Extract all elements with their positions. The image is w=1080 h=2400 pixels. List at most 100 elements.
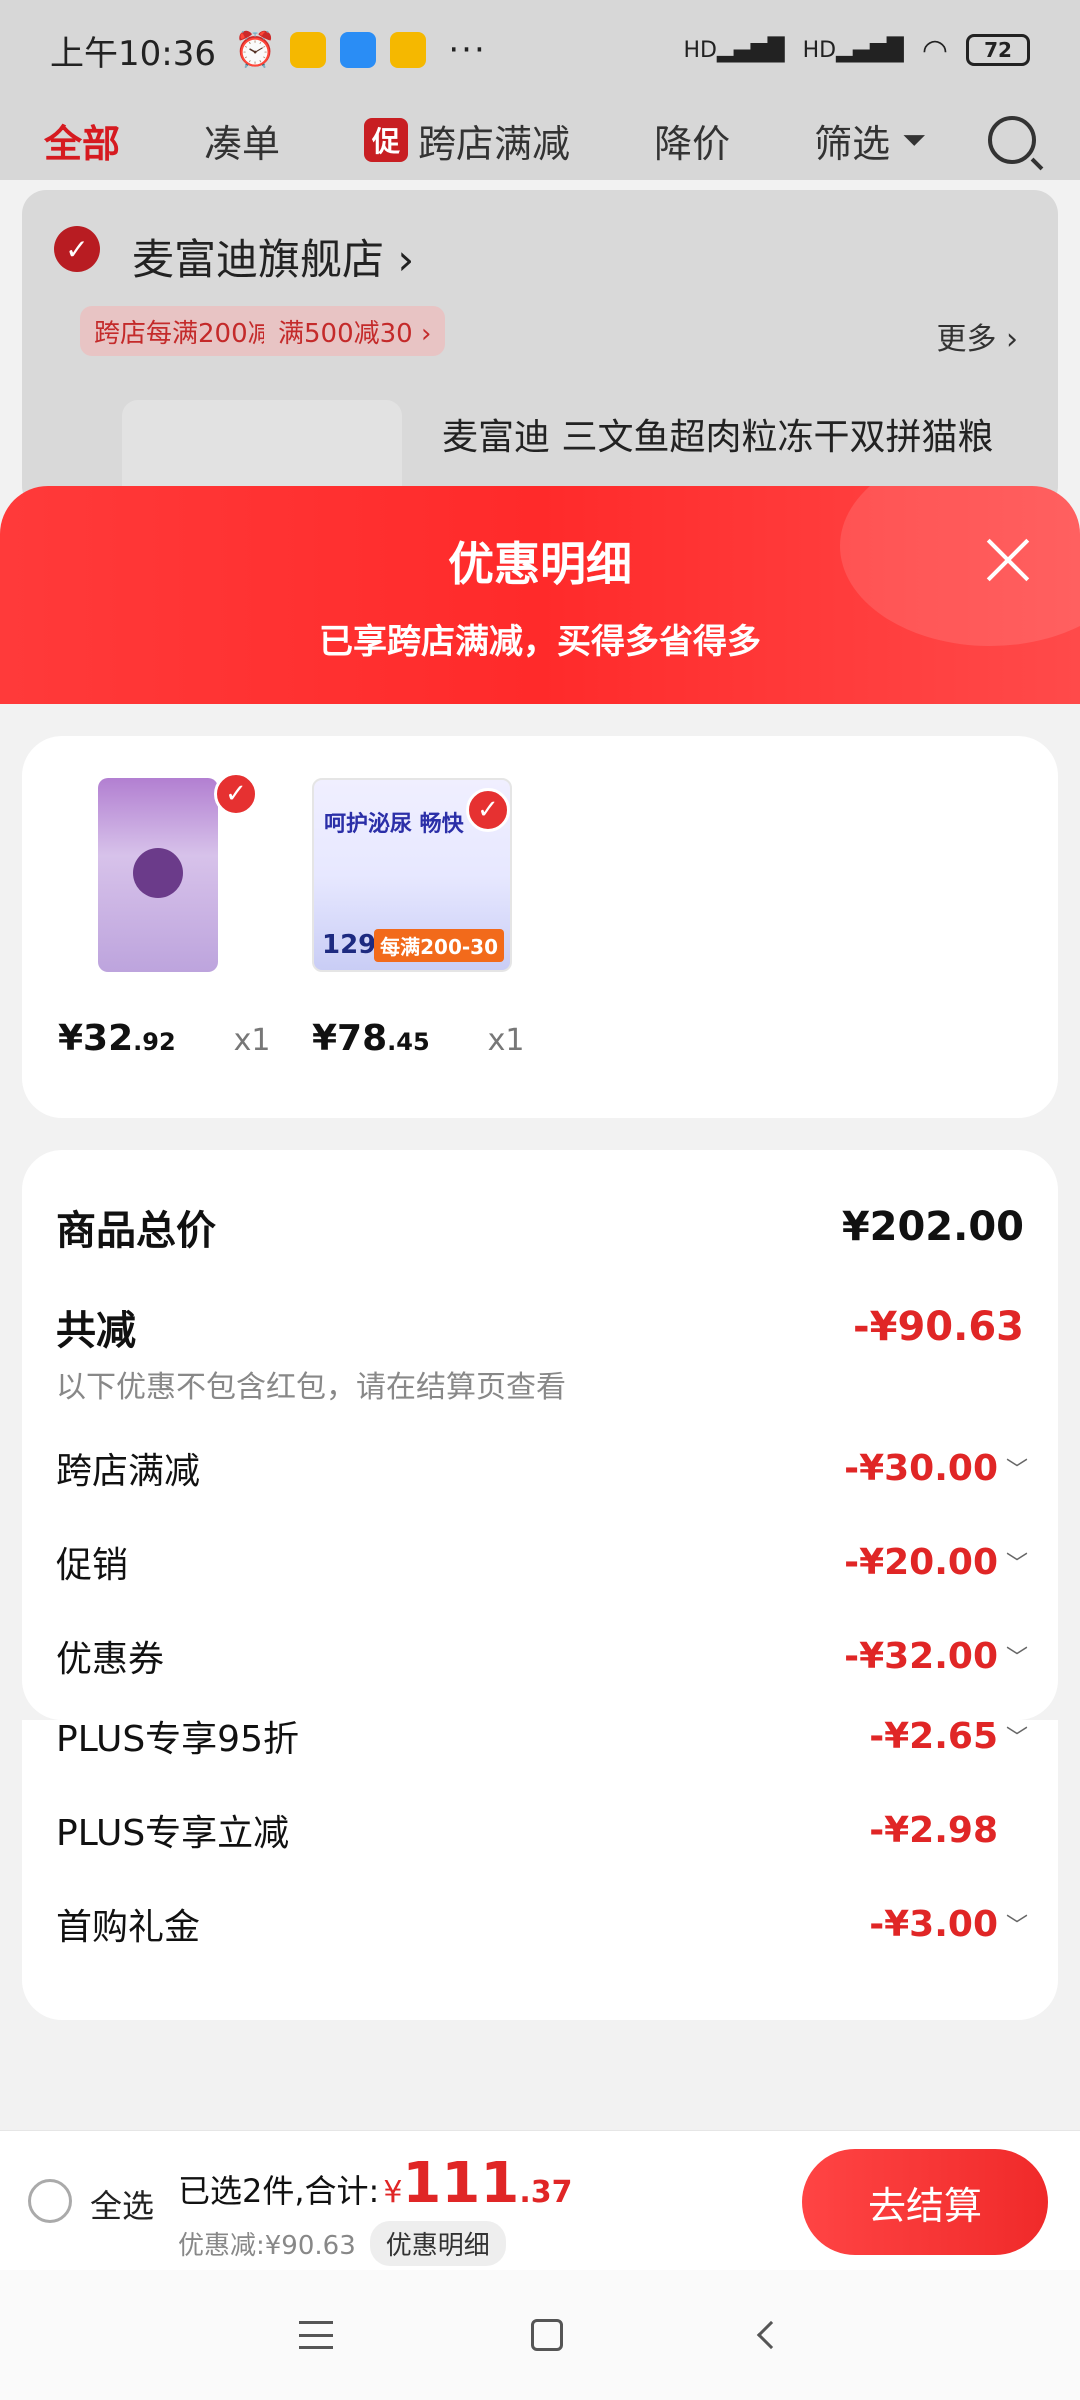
- store-more-link[interactable]: 更多 ›: [936, 314, 1018, 358]
- status-bar: 上午10:36 ⏰ ··· HD▂▄▆█ HD▂▄▆█ ◠ 72: [0, 0, 1080, 100]
- product-item-barf[interactable]: 呵护泌尿 畅快 129 每满200-30 ✓: [312, 778, 522, 972]
- selected-check-icon-2: ✓: [466, 788, 510, 832]
- store-promo-500[interactable]: 满500减30 ›: [264, 306, 446, 356]
- menu-icon[interactable]: [299, 2321, 333, 2349]
- chevron-down-icon: ﹀: [1006, 1914, 1029, 1939]
- discount-detail-card-lower: PLUS专享95折 -¥2.65 ﹀ PLUS专享立减 -¥2.98 首购礼金 …: [22, 1716, 1058, 2020]
- total-amount-decimal: .37: [519, 2175, 573, 2210]
- discount-note: 以下优惠不包含红包，请在结算页查看: [56, 1370, 566, 1405]
- discount-row-promotion[interactable]: 促销 -¥20.00 ﹀: [56, 1536, 1029, 1588]
- system-nav-bar: [0, 2270, 1080, 2400]
- wifi-icon: ◠: [921, 32, 948, 68]
- chevron-down-icon: ﹀: [1006, 1726, 1029, 1751]
- discount-label: 首购礼金: [56, 1907, 201, 1948]
- selected-count: 已选2件,合计:: [178, 2172, 380, 2210]
- discount-label: 优惠券: [56, 1639, 165, 1680]
- tab-bundle[interactable]: 凑单: [204, 113, 280, 168]
- tab-filter-label: 筛选: [814, 121, 891, 166]
- discount-sheet-body: ✓ ¥32 .92 x1 呵护泌尿 畅快 129 每满200-30 ✓ ¥78 …: [0, 704, 1080, 2130]
- discount-label: 促销: [56, 1545, 129, 1586]
- total-reduce-label: 共减: [56, 1308, 136, 1354]
- promo-tag: 促: [364, 118, 409, 162]
- sheet-subtitle: 已享跨店满减，买得多省得多: [319, 622, 761, 662]
- total-price-row: 商品总价 ¥202.00: [56, 1198, 1024, 1256]
- total-currency: ¥: [383, 2175, 403, 2210]
- status-right: HD▂▄▆█ HD▂▄▆█ ◠ 72: [683, 33, 1030, 68]
- battery-icon: 72: [966, 34, 1030, 66]
- barf-image-price: 129: [322, 930, 377, 960]
- store-name-label: 麦富迪旗舰店: [132, 235, 385, 284]
- total-reduce-value: -¥90.63: [853, 1304, 1024, 1350]
- store-product-title[interactable]: 麦富迪 三文鱼超肉粒冻干双拼猫粮: [442, 408, 993, 460]
- tab-price-drop[interactable]: 降价: [654, 113, 730, 168]
- search-icon[interactable]: [988, 116, 1036, 164]
- discount-value: -¥2.98: [869, 1809, 998, 1851]
- tab-cross-store[interactable]: 促 跨店满减: [364, 113, 570, 168]
- product-price-row: ¥32 .92 x1: [58, 1018, 271, 1059]
- home-icon[interactable]: [531, 2319, 563, 2351]
- funnel-icon: ⏷: [902, 122, 927, 158]
- discount-label: 跨店满减: [56, 1451, 201, 1492]
- chevron-down-icon: ﹀: [1006, 1646, 1029, 1671]
- alarm-icon: ⏰: [233, 30, 277, 70]
- tab-all[interactable]: 全部: [44, 113, 120, 168]
- signal-icon: HD▂▄▆█: [683, 37, 785, 63]
- discount-value: -¥32.00: [844, 1635, 998, 1677]
- chevron-down-icon: ﹀: [1006, 1552, 1029, 1577]
- store-card: ✓ 麦富迪旗舰店 › 跨店每满200减30 › 满500减30 › 更多 › 麦…: [22, 190, 1058, 520]
- product-price-decimal: .92: [133, 1028, 176, 1056]
- weibo-icon-2: [390, 32, 427, 68]
- sheet-title: 优惠明细: [448, 537, 632, 591]
- tab-cross-store-label: 跨店满减: [418, 121, 571, 166]
- select-all-label[interactable]: 全选: [90, 2181, 154, 2227]
- product-qty: x1: [233, 1023, 271, 1058]
- status-time: 上午10:36: [50, 33, 216, 74]
- total-price-value: ¥202.00: [841, 1204, 1024, 1250]
- discount-sheet-header: 优惠明细 已享跨店满减，买得多省得多: [0, 486, 1080, 704]
- filter-tabs: 全部 凑单 促 跨店满减 降价 筛选 ⏷: [0, 100, 1080, 180]
- product-price-decimal-2: .45: [387, 1028, 430, 1056]
- weibo-icon: [290, 32, 327, 68]
- checkout-button[interactable]: 去结算: [802, 2149, 1048, 2255]
- discount-value: -¥3.00: [869, 1903, 998, 1945]
- select-all-radio[interactable]: [28, 2179, 72, 2223]
- hd-label: HD: [683, 37, 717, 63]
- tab-filter[interactable]: 筛选 ⏷: [814, 113, 926, 168]
- more-notifications-icon: ···: [448, 30, 487, 70]
- selected-check-icon: ✓: [214, 772, 258, 816]
- product-price-2: ¥78: [312, 1018, 388, 1059]
- barf-image-badge: 每满200-30: [374, 929, 504, 962]
- discount-value: -¥2.65: [869, 1715, 998, 1757]
- product-price: ¥32: [58, 1018, 134, 1059]
- hd-label-2: HD: [802, 37, 837, 63]
- total-summary: 已选2件,合计: ¥ 111 .37: [178, 2151, 572, 2216]
- chevron-down-icon: ﹀: [1006, 1458, 1029, 1483]
- back-icon[interactable]: [756, 2320, 786, 2350]
- product-qty-2: x1: [487, 1023, 525, 1058]
- signal-icon-2: HD▂▄▆█: [802, 37, 904, 63]
- discount-row-cross-store[interactable]: 跨店满减 -¥30.00 ﹀: [56, 1442, 1029, 1494]
- store-checkbox[interactable]: ✓: [54, 226, 100, 272]
- discount-label: PLUS专享立减: [56, 1813, 290, 1854]
- layers-app-icon: [340, 32, 377, 68]
- discount-label: PLUS专享95折: [56, 1719, 299, 1760]
- total-price-label: 商品总价: [56, 1208, 216, 1254]
- product-price-row-2: ¥78 .45 x1: [312, 1018, 525, 1059]
- total-amount: 111: [402, 2151, 520, 2216]
- product-image-catfood: [98, 778, 218, 972]
- discount-detail-button[interactable]: 优惠明细: [369, 2221, 506, 2266]
- discount-detail-card: 商品总价 ¥202.00 共减 -¥90.63 以下优惠不包含红包，请在结算页查…: [22, 1150, 1058, 1720]
- discount-summary: 优惠减:¥90.63 优惠明细: [178, 2221, 506, 2266]
- selected-products-card: ✓ ¥32 .92 x1 呵护泌尿 畅快 129 每满200-30 ✓ ¥78 …: [22, 736, 1058, 1118]
- discount-row-plus95[interactable]: PLUS专享95折 -¥2.65 ﹀: [56, 1710, 1029, 1762]
- close-icon[interactable]: [980, 532, 1036, 588]
- discount-row-first-purchase[interactable]: 首购礼金 -¥3.00 ﹀: [56, 1898, 1029, 1950]
- chevron-right-icon: ›: [397, 235, 415, 284]
- discount-value: -¥20.00: [844, 1541, 998, 1583]
- product-item-catfood[interactable]: ✓: [58, 772, 268, 972]
- discount-row-plus-instant: PLUS专享立减 -¥2.98: [56, 1804, 1024, 1856]
- discount-total: 优惠减:¥90.63: [178, 2231, 356, 2261]
- discount-row-coupon[interactable]: 优惠券 -¥32.00 ﹀: [56, 1630, 1029, 1682]
- barf-image-text: 呵护泌尿 畅快: [324, 812, 464, 837]
- store-name[interactable]: 麦富迪旗舰店 ›: [132, 226, 414, 287]
